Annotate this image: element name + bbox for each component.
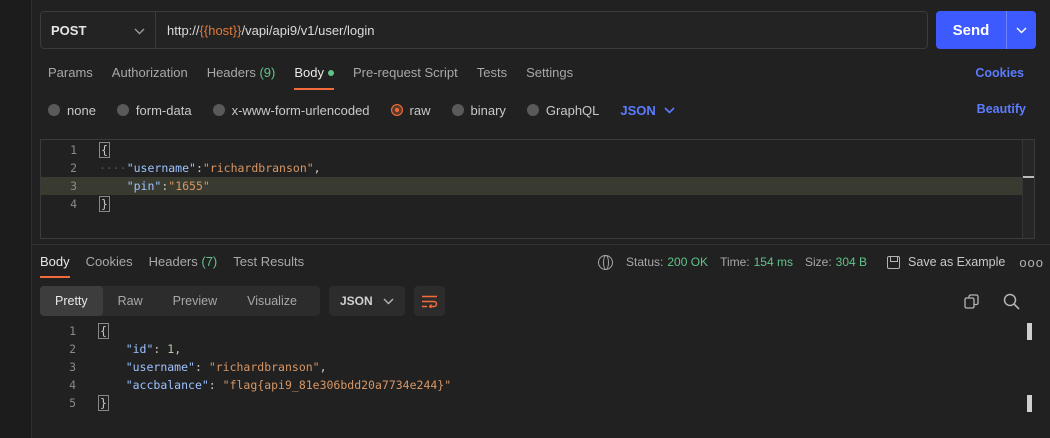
code-line: 5 } [69,395,109,411]
beautify-link[interactable]: Beautify [977,102,1026,116]
cookies-link[interactable]: Cookies [975,66,1024,80]
radio-indicator [451,104,464,116]
radio-indicator [526,104,539,116]
send-button[interactable]: Send [936,11,1036,49]
editor-scrollbar[interactable] [1022,140,1034,238]
response-meta: Status: 200 OK Time: 154 ms Size: 304 B Sav… [598,253,1044,271]
tab-test-results[interactable]: Test Results [233,252,304,278]
time-label: Time: [720,255,750,269]
tab-tests[interactable]: Tests [477,62,507,90]
radio-indicator [116,104,129,116]
tab-headers[interactable]: Headers (9) [207,62,276,90]
request-tabs: Params Authorization Headers (9) Body Pr… [48,62,592,90]
url-prefix: http:// [167,22,200,38]
tab-response-body[interactable]: Body [40,252,70,278]
code-line: 1 { [70,142,110,158]
response-body-viewer[interactable]: 1 { 2 "id": 1, 3 "username": "richardbra… [32,322,1050,438]
chevron-down-icon [383,298,394,305]
tab-body[interactable]: Body [294,62,334,90]
copy-icon[interactable] [964,294,979,309]
scrollbar-marker[interactable] [1027,323,1032,340]
response-tabs: Body Cookies Headers (7) Test Results [40,252,320,278]
status-label: Status: [626,255,664,269]
tab-pre-request-script[interactable]: Pre-request Script [353,62,458,90]
send-label: Send [952,21,990,39]
radio-x-www-form-urlencoded[interactable]: x-www-form-urlencoded [212,103,370,118]
wrap-lines-icon [422,295,438,308]
tab-response-headers[interactable]: Headers (7) [149,252,218,278]
view-pretty[interactable]: Pretty [40,286,103,316]
radio-indicator-selected [390,104,403,116]
more-options-icon[interactable]: ooo [1019,255,1044,270]
status-value[interactable]: 200 OK [667,255,708,269]
body-format-select[interactable]: JSON [620,103,675,118]
scrollbar-marker[interactable] [1027,395,1032,412]
globe-icon[interactable] [598,254,613,270]
save-as-example-button[interactable]: Save as Example [887,255,1005,269]
url-input[interactable]: http://{{host}}/vapi/api9/v1/user/login [156,12,927,48]
code-line: 3 "username": "richardbranson", [69,360,327,374]
code-line: 2 "id": 1, [69,342,182,356]
view-raw[interactable]: Raw [103,286,158,316]
code-line: 2 ····"username":"richardbranson", [70,161,321,175]
search-icon[interactable] [1003,293,1020,310]
view-visualize[interactable]: Visualize [232,286,312,316]
url-variable-host[interactable]: {{host}} [200,23,242,38]
tab-params[interactable]: Params [48,62,93,90]
tab-settings[interactable]: Settings [526,62,573,90]
time-value[interactable]: 154 ms [754,255,793,269]
headers-count: (9) [259,65,276,80]
radio-indicator [212,104,225,116]
url-path: /vapi/api9/v1/user/login [241,22,375,38]
response-view-mode: Pretty Raw Preview Visualize [40,286,320,316]
view-preview[interactable]: Preview [158,286,232,316]
method-select[interactable]: POST [41,12,156,48]
chevron-down-icon [134,23,145,38]
body-modified-dot-icon [327,69,334,76]
code-line-highlighted: 3 "pin":"1655" [41,177,1034,195]
request-workspace: POST http://{{host}}/vapi/api9/v1/user/l… [32,0,1050,438]
radio-graphql[interactable]: GraphQL [526,103,599,118]
tab-response-cookies[interactable]: Cookies [86,252,133,278]
wrap-lines-button[interactable] [414,286,445,316]
size-label: Size: [804,255,832,269]
send-options-chevron-icon[interactable] [1006,11,1036,49]
save-icon [887,255,901,269]
size-value[interactable]: 304 B [836,255,867,269]
panel-divider[interactable] [32,244,1050,245]
radio-raw[interactable]: raw [390,103,431,118]
code-line: 1 { [69,323,109,339]
chevron-down-icon [664,106,675,114]
radio-form-data[interactable]: form-data [116,103,192,118]
radio-indicator [48,104,60,116]
left-sidebar-rail [0,0,32,438]
request-bar: POST http://{{host}}/vapi/api9/v1/user/l… [40,11,928,49]
radio-binary[interactable]: binary [451,103,506,118]
request-body-editor[interactable]: 1 { 2 ····"username":"richardbranson", 3… [40,139,1035,239]
tab-authorization[interactable]: Authorization [112,62,188,90]
method-label: POST [51,22,87,38]
body-type-options: none form-data x-www-form-urlencoded raw… [48,101,675,119]
code-line: 4 } [70,196,110,212]
code-line: 4 "accbalance": "flag{api9_81e306bdd20a7… [69,378,452,392]
response-headers-count: (7) [201,254,218,269]
response-format-select[interactable]: JSON [329,286,405,316]
radio-none[interactable]: none [48,103,96,118]
